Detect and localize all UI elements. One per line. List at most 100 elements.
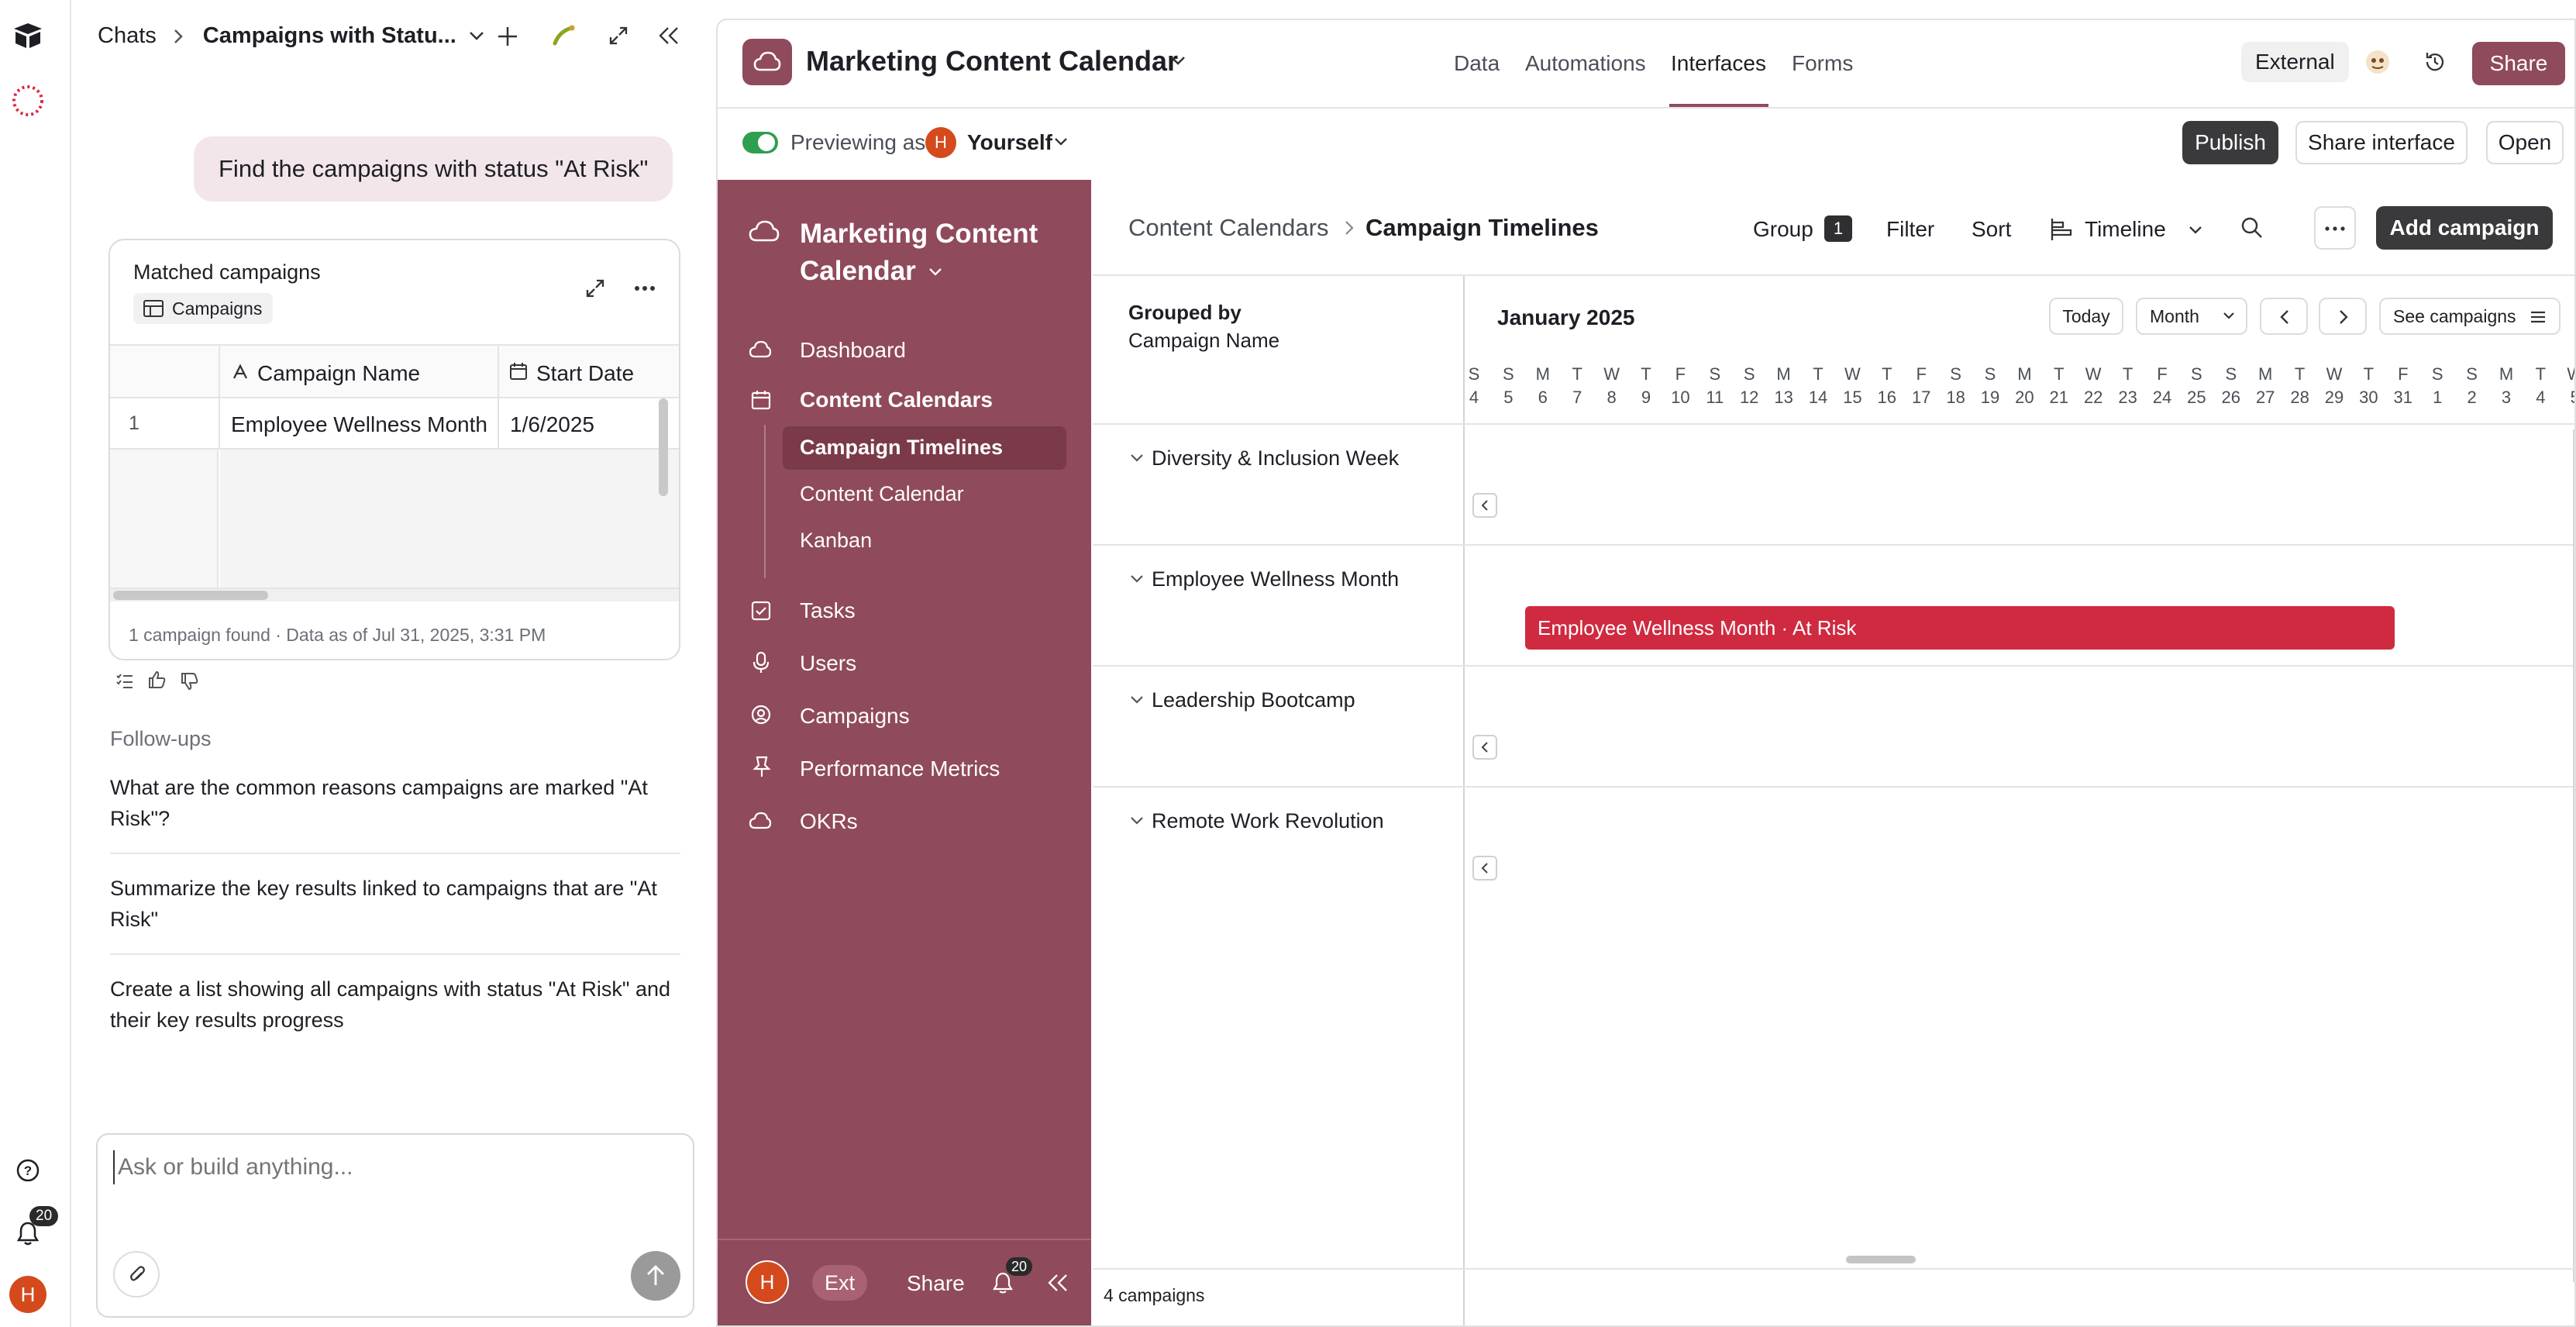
scroll-to-record-button[interactable] (1472, 493, 1497, 518)
filter-button[interactable]: Filter (1886, 217, 1934, 242)
group-button[interactable]: Group (1753, 217, 1813, 242)
day-number: 3 (2501, 388, 2512, 407)
sidebar-share-button[interactable]: Share (907, 1271, 965, 1296)
subnav-content-calendar[interactable]: Content Calendar (800, 482, 964, 506)
subnav-kanban[interactable]: Kanban (800, 529, 872, 553)
sidebar-item-dashboard[interactable]: Dashboard (800, 338, 906, 363)
more-options-button[interactable] (2314, 206, 2356, 250)
group-label-2[interactable]: Leadership Bootcamp (1152, 688, 1355, 712)
group-label-1[interactable]: Employee Wellness Month (1152, 567, 1399, 591)
new-chat-plus-icon[interactable] (496, 25, 519, 48)
chevron-down-icon[interactable] (467, 28, 486, 43)
avatar[interactable]: H (9, 1276, 46, 1313)
today-button[interactable]: Today (2049, 298, 2123, 335)
search-icon[interactable] (2240, 215, 2264, 240)
chevron-down-icon[interactable] (1128, 693, 1145, 707)
chat-input-box (96, 1133, 694, 1318)
breadcrumb-root[interactable]: Chats (98, 23, 157, 49)
followup-item[interactable]: Create a list showing all campaigns with… (110, 974, 680, 1036)
chevron-down-icon[interactable] (1128, 572, 1145, 586)
thumbs-down-icon[interactable] (180, 671, 200, 691)
tab-automations[interactable]: Automations (1525, 51, 1646, 76)
scroll-to-record-button[interactable] (1472, 856, 1497, 881)
view-switcher[interactable]: Timeline (2085, 217, 2166, 242)
day-number: 31 (2393, 388, 2413, 407)
sidebar-avatar[interactable]: H (746, 1260, 789, 1304)
chevron-down-icon[interactable] (1169, 53, 1187, 68)
day-number: 13 (1774, 388, 1793, 407)
column-header-name[interactable]: Campaign Name (257, 361, 420, 386)
subnav-campaign-timelines[interactable]: Campaign Timelines (800, 436, 1003, 460)
sort-button[interactable]: Sort (1972, 217, 2011, 242)
external-badge[interactable]: External (2241, 42, 2349, 82)
ext-badge[interactable]: Ext (812, 1265, 868, 1301)
prev-period-button[interactable] (2260, 298, 2308, 335)
open-button[interactable]: Open (2486, 121, 2564, 164)
sidebar-item-users[interactable]: Users (800, 651, 856, 676)
attach-button[interactable] (113, 1251, 160, 1298)
followup-item[interactable]: Summarize the key results linked to camp… (110, 873, 680, 935)
add-campaign-button[interactable]: Add campaign (2376, 206, 2553, 250)
sidebar-item-tasks[interactable]: Tasks (800, 598, 856, 623)
base-logo[interactable] (742, 39, 792, 85)
group-label-0[interactable]: Diversity & Inclusion Week (1152, 446, 1399, 470)
tab-forms[interactable]: Forms (1792, 51, 1853, 76)
cloud-icon (753, 50, 781, 74)
send-button[interactable] (631, 1251, 680, 1301)
share-button[interactable]: Share (2472, 42, 2565, 85)
horizontal-scrollbar[interactable] (113, 591, 268, 600)
more-options-icon[interactable] (634, 285, 656, 291)
preview-user[interactable]: Yourself (967, 130, 1052, 155)
bug-icon[interactable] (550, 23, 577, 48)
tab-interfaces[interactable]: Interfaces (1671, 51, 1766, 76)
sidebar-item-campaigns[interactable]: Campaigns (800, 704, 910, 729)
chat-input[interactable] (113, 1150, 671, 1184)
timeline-horizontal-scrollbar[interactable] (1846, 1256, 1916, 1263)
chevron-down-icon[interactable] (1128, 814, 1145, 828)
source-chip[interactable]: Campaigns (133, 293, 274, 324)
timeline-bar-at-risk[interactable]: Employee Wellness Month · At Risk (1525, 606, 2395, 650)
see-campaigns-button[interactable]: See campaigns (2379, 298, 2561, 335)
timeline-day: T 30 (2351, 364, 2385, 408)
expand-icon[interactable] (608, 25, 629, 47)
followup-item[interactable]: What are the common reasons campaigns ar… (110, 772, 680, 834)
thumbs-up-icon[interactable] (147, 670, 167, 690)
timeline-vertical-scrollbar[interactable] (2573, 429, 2574, 1282)
breadcrumb-current[interactable]: Campaigns with Statu... (203, 23, 456, 49)
share-interface-button[interactable]: Share interface (2295, 121, 2468, 164)
timeline-day: S 19 (1973, 364, 2007, 408)
history-icon[interactable] (2423, 50, 2447, 74)
publish-button[interactable]: Publish (2182, 121, 2278, 164)
table-row[interactable]: 1 Employee Wellness Month 1/6/2025 (110, 398, 679, 450)
collapse-panel-icon[interactable] (657, 25, 680, 47)
scale-select[interactable]: Month (2136, 298, 2247, 335)
column-header-start[interactable]: Start Date (536, 361, 634, 386)
vertical-scrollbar[interactable] (659, 398, 668, 496)
scroll-to-record-button[interactable] (1472, 735, 1497, 760)
day-number: 17 (1911, 388, 1931, 407)
next-period-button[interactable] (2319, 298, 2367, 335)
main-breadcrumb-parent[interactable]: Content Calendars (1128, 214, 1329, 242)
workspace-logo-icon[interactable] (11, 84, 45, 118)
card-title: Matched campaigns (133, 260, 321, 284)
home-logo-icon[interactable] (11, 20, 45, 51)
chevron-down-icon[interactable] (1052, 135, 1069, 149)
help-icon[interactable]: ? (15, 1158, 40, 1183)
group-label-3[interactable]: Remote Work Revolution (1152, 809, 1384, 833)
preview-toggle[interactable] (742, 132, 778, 153)
collapse-sidebar-icon[interactable] (1046, 1273, 1069, 1293)
day-weekday: S (1503, 364, 1514, 384)
chevron-down-icon[interactable] (1128, 451, 1145, 465)
chevron-down-icon[interactable] (2187, 223, 2204, 237)
tab-data[interactable]: Data (1454, 51, 1500, 76)
checklist-icon[interactable] (115, 671, 135, 691)
timeline-day: W 22 (2076, 364, 2110, 408)
sidebar-item-performance-metrics[interactable]: Performance Metrics (800, 757, 1000, 781)
chevron-down-icon[interactable] (927, 265, 944, 279)
base-title[interactable]: Marketing Content Calendar (806, 45, 1178, 78)
label-column-divider[interactable] (1463, 276, 1465, 1325)
expand-card-icon[interactable] (584, 277, 606, 299)
sidebar-item-okrs[interactable]: OKRs (800, 809, 858, 834)
sidebar-item-content-calendars[interactable]: Content Calendars (800, 388, 993, 412)
collaborator-avatar-icon[interactable] (2364, 48, 2392, 76)
